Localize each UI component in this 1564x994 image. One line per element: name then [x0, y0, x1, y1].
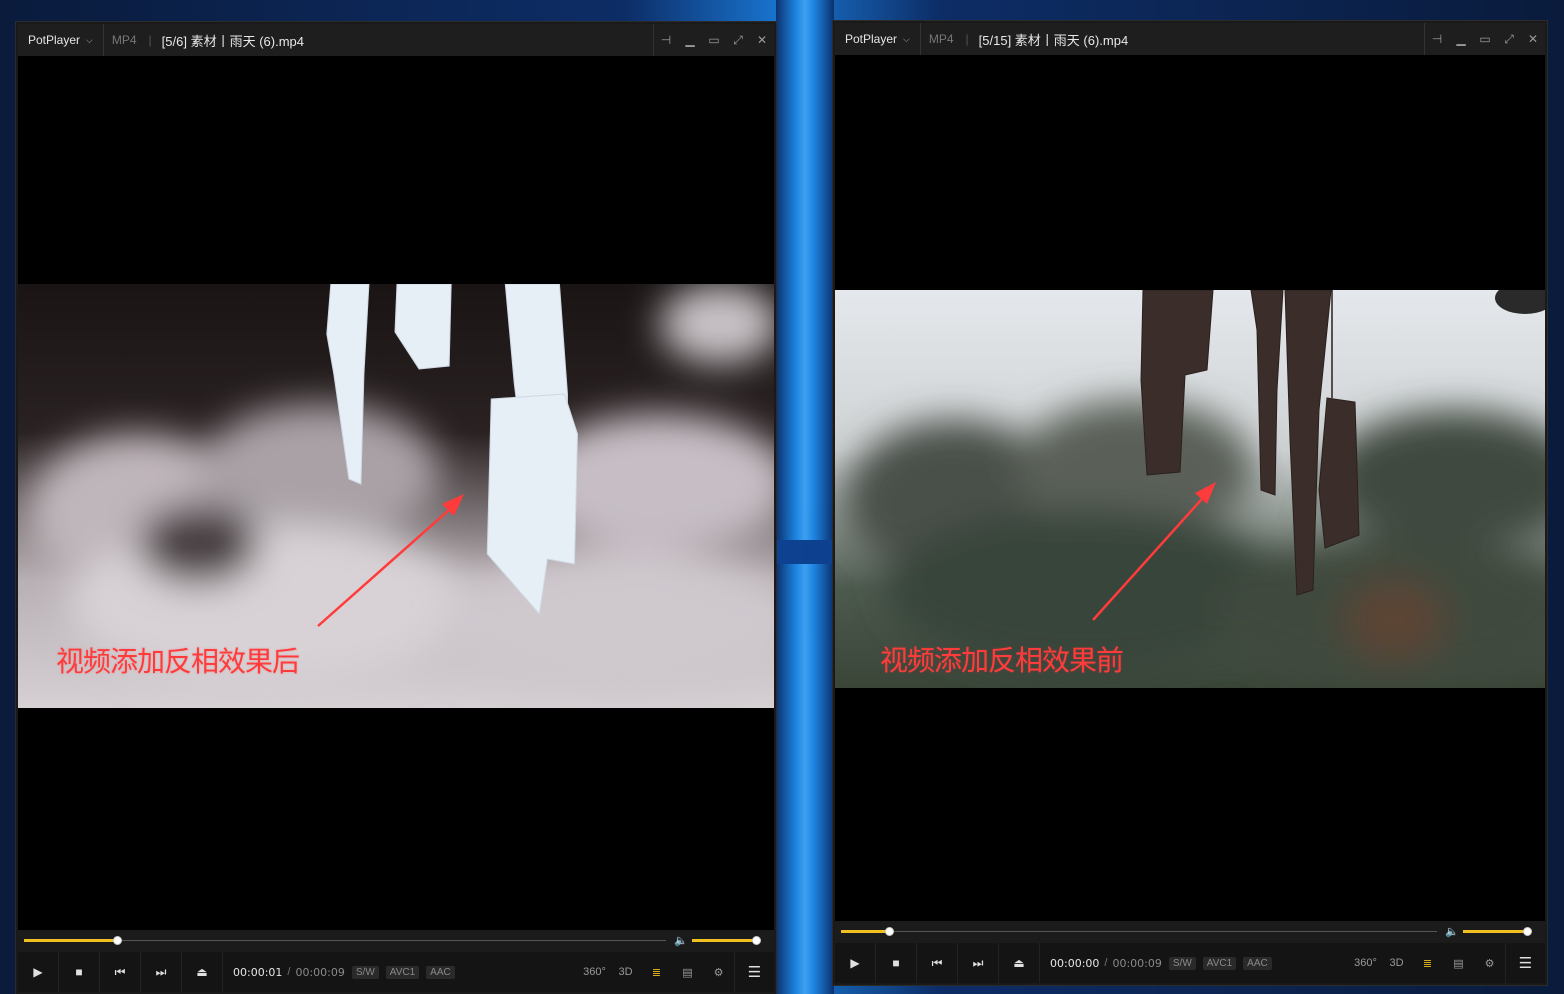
chevron-down-icon: ⌵: [86, 34, 93, 45]
app-menu-button[interactable]: PotPlayer ⌵: [18, 24, 104, 56]
file-title: [5/6] 素材丨雨天 (6).mp4: [161, 33, 304, 49]
volume-level: [692, 939, 756, 942]
next-icon[interactable]: ⏭: [141, 952, 182, 992]
codec-tag[interactable]: AVC1: [1202, 956, 1237, 970]
maximize-icon[interactable]: ▭: [702, 24, 726, 56]
video-frame: 视频添加反相效果前: [835, 290, 1545, 688]
subtitle-icon[interactable]: ▤: [1443, 957, 1474, 970]
pin-icon[interactable]: ⊣: [654, 24, 678, 56]
3d-icon[interactable]: 3D: [610, 966, 641, 978]
codec-tag[interactable]: AAC: [426, 965, 455, 979]
seek-track[interactable]: [841, 927, 1437, 936]
current-time: 00:00:01: [233, 965, 283, 979]
next-icon[interactable]: ⏭: [958, 943, 999, 983]
video-area[interactable]: 视频添加反相效果前: [835, 55, 1545, 921]
time-separator: /: [287, 966, 291, 978]
codec-tag[interactable]: S/W: [1168, 956, 1196, 970]
play-icon[interactable]: ▶: [835, 943, 876, 983]
subtitle-icon[interactable]: ▤: [672, 966, 703, 979]
seek-knob[interactable]: [884, 927, 894, 936]
format-label: MP4: [928, 32, 954, 46]
close-icon[interactable]: ✕: [1521, 23, 1545, 55]
seek-knob[interactable]: [113, 936, 123, 945]
stop-icon[interactable]: ■: [876, 943, 917, 983]
seek-track[interactable]: [24, 936, 666, 945]
previous-icon[interactable]: ⏮: [917, 943, 958, 983]
volume-slider[interactable]: [1463, 927, 1532, 936]
seek-bar[interactable]: 🔈: [835, 921, 1545, 943]
stop-icon[interactable]: ■: [59, 952, 100, 992]
app-name: PotPlayer: [28, 33, 81, 47]
annotation-arrow: [317, 494, 464, 627]
volume-knob[interactable]: [752, 936, 761, 945]
chevron-down-icon: ⌵: [903, 33, 910, 44]
player-window-left: PotPlayer ⌵ MP4 | [5/6] 素材丨雨天 (6).mp4 ⊣ …: [16, 22, 776, 994]
app-name: PotPlayer: [845, 32, 898, 46]
control-bar: ▶ ■ ⏮ ⏭ ⏏ 00:00:01 / 00:00:09 S/W AVC1 A…: [18, 952, 774, 992]
codec-tag[interactable]: S/W: [351, 965, 379, 979]
title-bar[interactable]: PotPlayer ⌵ MP4 | [5/15] 素材丨雨天 (6).mp4 ⊣…: [835, 23, 1545, 55]
volume-slider[interactable]: [692, 936, 761, 945]
playlist-search-icon[interactable]: ≣: [641, 966, 672, 979]
fullscreen-icon[interactable]: ⤢: [726, 24, 750, 56]
divider: |: [148, 33, 152, 47]
seek-progress: [841, 930, 889, 933]
codec-tag[interactable]: AAC: [1243, 956, 1272, 970]
video-frame: 视频添加反相效果后: [18, 284, 774, 708]
annotation-arrow: [1092, 482, 1216, 621]
divider: |: [965, 32, 969, 46]
maximize-icon[interactable]: ▭: [1473, 23, 1497, 55]
pin-icon[interactable]: ⊣: [1425, 23, 1449, 55]
minimize-icon[interactable]: ▁: [678, 24, 702, 56]
format-label: MP4: [111, 33, 137, 47]
fullscreen-icon[interactable]: ⤢: [1497, 23, 1521, 55]
seek-progress: [24, 939, 118, 942]
video-area[interactable]: 视频添加反相效果后: [18, 56, 774, 930]
title-bar[interactable]: PotPlayer ⌵ MP4 | [5/6] 素材丨雨天 (6).mp4 ⊣ …: [18, 24, 774, 56]
speaker-icon[interactable]: 🔈: [674, 934, 688, 947]
previous-icon[interactable]: ⏮: [100, 952, 141, 992]
volume-knob[interactable]: [1523, 927, 1532, 936]
playlist-search-icon[interactable]: ≣: [1412, 957, 1443, 970]
eject-icon[interactable]: ⏏: [182, 952, 223, 992]
speaker-icon[interactable]: 🔈: [1445, 925, 1459, 938]
360-icon[interactable]: 360°: [579, 966, 610, 978]
360-icon[interactable]: 360°: [1350, 957, 1381, 969]
gear-icon[interactable]: ⚙: [1474, 957, 1505, 970]
total-time: 00:00:09: [295, 965, 345, 979]
time-separator: /: [1104, 957, 1108, 969]
file-title: [5/15] 素材丨雨天 (6).mp4: [978, 32, 1129, 48]
app-menu-button[interactable]: PotPlayer ⌵: [835, 23, 921, 55]
total-time: 00:00:09: [1112, 956, 1162, 970]
minimize-icon[interactable]: ▁: [1449, 23, 1473, 55]
current-time: 00:00:00: [1050, 956, 1100, 970]
seek-bar[interactable]: 🔈: [18, 930, 774, 952]
control-bar: ▶ ■ ⏮ ⏭ ⏏ 00:00:00 / 00:00:09 S/W AVC1 A…: [835, 943, 1545, 983]
3d-icon[interactable]: 3D: [1381, 957, 1412, 969]
desktop-wallpaper: [776, 0, 834, 994]
codec-tag[interactable]: AVC1: [385, 965, 420, 979]
eject-icon[interactable]: ⏏: [999, 943, 1040, 983]
play-icon[interactable]: ▶: [18, 952, 59, 992]
volume-level: [1463, 930, 1527, 933]
hamburger-menu-icon[interactable]: ☰: [1505, 943, 1545, 983]
hamburger-menu-icon[interactable]: ☰: [734, 952, 774, 992]
player-window-right: PotPlayer ⌵ MP4 | [5/15] 素材丨雨天 (6).mp4 ⊣…: [833, 21, 1547, 985]
close-icon[interactable]: ✕: [750, 24, 774, 56]
gear-icon[interactable]: ⚙: [703, 966, 734, 979]
